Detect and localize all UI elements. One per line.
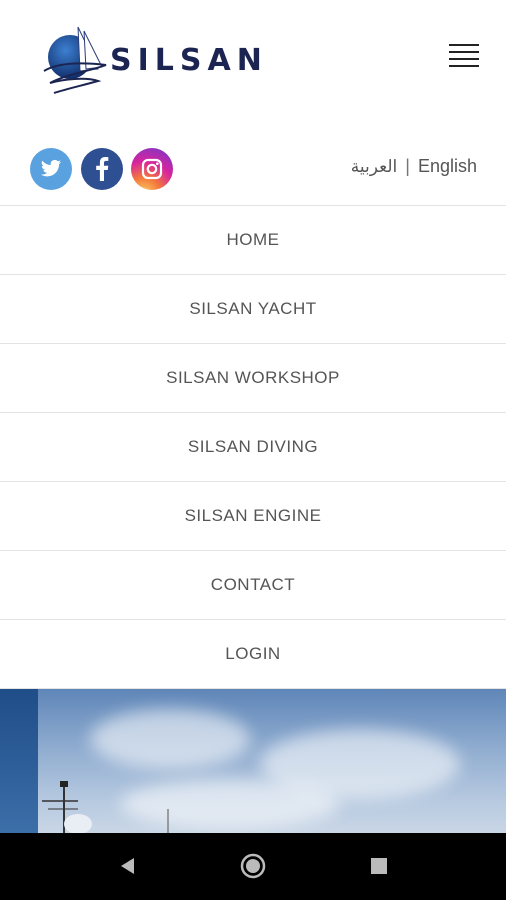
- menu-item-home[interactable]: HOME: [0, 205, 506, 274]
- menu-item-contact[interactable]: CONTACT: [0, 550, 506, 619]
- menu-item-label: HOME: [226, 230, 280, 249]
- hamburger-menu-icon[interactable]: [449, 44, 479, 70]
- silsan-logo[interactable]: SILSAN: [40, 18, 290, 98]
- home-icon[interactable]: [238, 851, 268, 881]
- recents-icon[interactable]: [364, 851, 394, 881]
- instagram-icon[interactable]: [131, 148, 173, 190]
- menu-item-label: SILSAN ENGINE: [184, 506, 322, 525]
- language-arabic-link[interactable]: العربية: [351, 157, 397, 177]
- sailboat-logo-icon: [43, 26, 107, 94]
- menu-item-silsan-engine[interactable]: SILSAN ENGINE: [0, 481, 506, 550]
- menu-item-label: SILSAN DIVING: [187, 437, 319, 456]
- back-icon[interactable]: [112, 851, 142, 881]
- menu-item-silsan-yacht[interactable]: SILSAN YACHT: [0, 274, 506, 343]
- language-switcher: العربية | English: [351, 156, 477, 177]
- social-language-bar: العربية | English: [0, 140, 506, 200]
- language-separator: |: [405, 156, 410, 176]
- language-english-link[interactable]: English: [418, 156, 477, 177]
- facebook-icon[interactable]: [81, 148, 123, 190]
- menu-item-label: SILSAN YACHT: [189, 299, 317, 318]
- menu-item-silsan-workshop[interactable]: SILSAN WORKSHOP: [0, 343, 506, 412]
- mast-silhouette: [42, 781, 169, 833]
- main-menu: HOME SILSAN YACHT SILSAN WORKSHOP SILSAN…: [0, 205, 506, 689]
- menu-item-label: LOGIN: [225, 644, 281, 663]
- menu-item-silsan-diving[interactable]: SILSAN DIVING: [0, 412, 506, 481]
- twitter-icon[interactable]: [30, 148, 72, 190]
- menu-item-label: CONTACT: [210, 575, 296, 594]
- brand-name: SILSAN: [110, 42, 268, 78]
- hero-image: [0, 689, 506, 833]
- menu-item-label: SILSAN WORKSHOP: [166, 368, 340, 387]
- hero-left-strip: [0, 689, 38, 833]
- header: SILSAN: [0, 0, 506, 120]
- system-navigation-bar: [0, 833, 506, 900]
- menu-item-login[interactable]: LOGIN: [0, 619, 506, 689]
